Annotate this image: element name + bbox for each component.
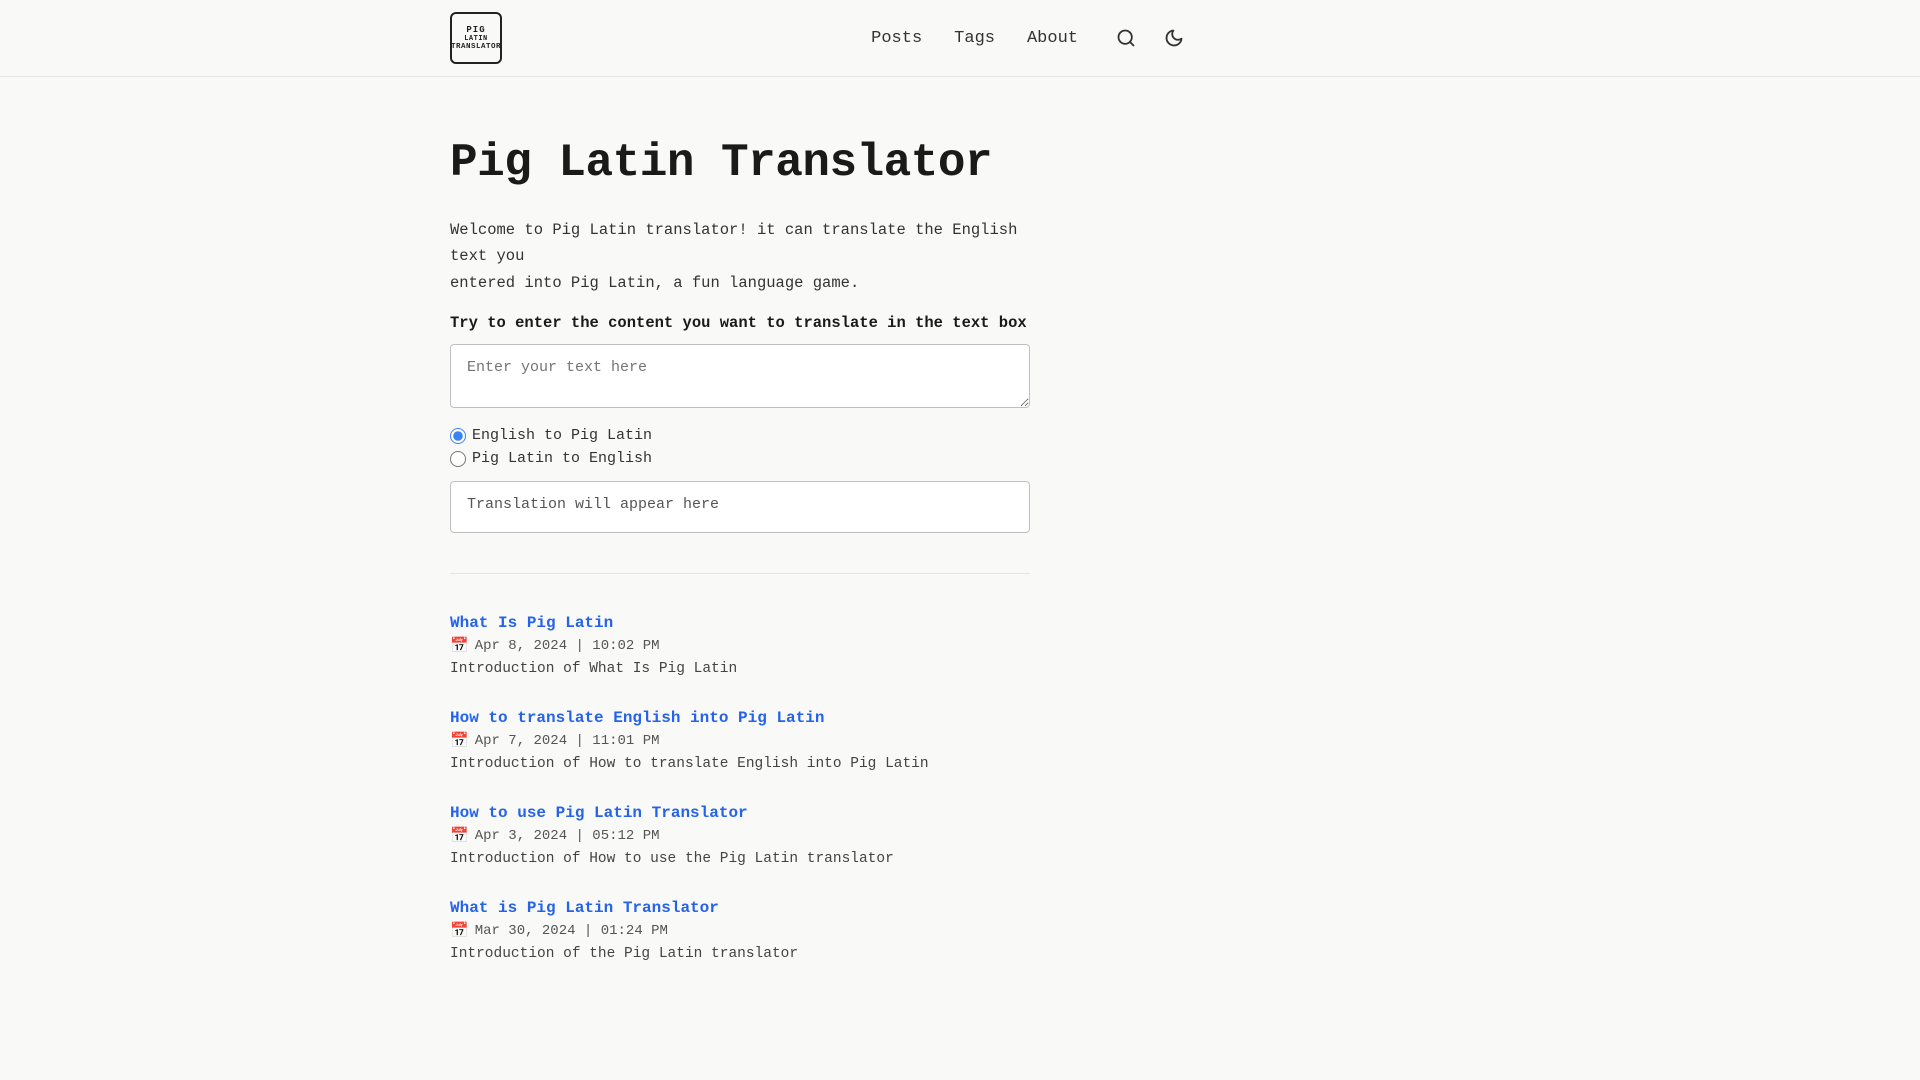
post-excerpt: Introduction of What Is Pig Latin [450, 661, 1030, 677]
post-link[interactable]: What is Pig Latin Translator [450, 899, 719, 917]
section-divider [450, 573, 1030, 574]
moon-icon [1164, 28, 1184, 48]
calendar-icon: 📅 [450, 921, 469, 940]
post-list: What Is Pig Latin 📅 Apr 8, 2024 | 10:02 … [450, 614, 1030, 962]
post-excerpt: Introduction of the Pig Latin translator [450, 946, 1030, 962]
site-logo[interactable]: PIG LATIN TRANSLATOR [450, 12, 502, 64]
logo-line2: LATIN [464, 35, 488, 43]
logo-line3: TRANSLATOR [451, 43, 501, 51]
calendar-icon: 📅 [450, 826, 469, 845]
post-meta: 📅 Apr 8, 2024 | 10:02 PM [450, 636, 1030, 655]
calendar-icon: 📅 [450, 731, 469, 750]
radio-pig-to-english-label: Pig Latin to English [472, 450, 652, 467]
text-input[interactable] [450, 344, 1030, 408]
try-label: Try to enter the content you want to tra… [450, 314, 1030, 332]
nav-posts[interactable]: Posts [871, 29, 922, 48]
main-nav: Posts Tags About [871, 22, 1190, 54]
radio-pig-to-english-input[interactable] [450, 451, 466, 467]
list-item: How to use Pig Latin Translator 📅 Apr 3,… [450, 804, 1030, 867]
radio-english-to-pig-label: English to Pig Latin [472, 427, 652, 444]
search-icon [1116, 28, 1136, 48]
post-date: Apr 3, 2024 | 05:12 PM [475, 828, 660, 844]
post-title: What is Pig Latin Translator [450, 899, 1030, 917]
search-button[interactable] [1110, 22, 1142, 54]
post-date: Apr 8, 2024 | 10:02 PM [475, 638, 660, 654]
post-excerpt: Introduction of How to use the Pig Latin… [450, 851, 1030, 867]
list-item: What is Pig Latin Translator 📅 Mar 30, 2… [450, 899, 1030, 962]
radio-pig-to-english[interactable]: Pig Latin to English [450, 450, 1030, 467]
list-item: How to translate English into Pig Latin … [450, 709, 1030, 772]
welcome-text: Welcome to Pig Latin translator! it can … [450, 217, 1030, 296]
nav-icons [1110, 22, 1190, 54]
post-meta: 📅 Apr 3, 2024 | 05:12 PM [450, 826, 1030, 845]
radio-english-to-pig-input[interactable] [450, 428, 466, 444]
list-item: What Is Pig Latin 📅 Apr 8, 2024 | 10:02 … [450, 614, 1030, 677]
post-link[interactable]: What Is Pig Latin [450, 614, 613, 632]
post-excerpt: Introduction of How to translate English… [450, 756, 1030, 772]
post-date: Apr 7, 2024 | 11:01 PM [475, 733, 660, 749]
radio-english-to-pig[interactable]: English to Pig Latin [450, 427, 1030, 444]
post-link[interactable]: How to use Pig Latin Translator [450, 804, 748, 822]
post-link[interactable]: How to translate English into Pig Latin [450, 709, 824, 727]
post-meta: 📅 Mar 30, 2024 | 01:24 PM [450, 921, 1030, 940]
logo-line1: PIG [466, 25, 485, 36]
post-date: Mar 30, 2024 | 01:24 PM [475, 923, 668, 939]
theme-toggle-button[interactable] [1158, 22, 1190, 54]
translation-direction-group: English to Pig Latin Pig Latin to Englis… [450, 427, 1030, 467]
post-title: How to use Pig Latin Translator [450, 804, 1030, 822]
nav-tags[interactable]: Tags [954, 29, 995, 48]
calendar-icon: 📅 [450, 636, 469, 655]
translation-output: Translation will appear here [450, 481, 1030, 533]
post-title: What Is Pig Latin [450, 614, 1030, 632]
nav-about[interactable]: About [1027, 29, 1078, 48]
page-title: Pig Latin Translator [450, 137, 1030, 189]
post-meta: 📅 Apr 7, 2024 | 11:01 PM [450, 731, 1030, 750]
post-title: How to translate English into Pig Latin [450, 709, 1030, 727]
